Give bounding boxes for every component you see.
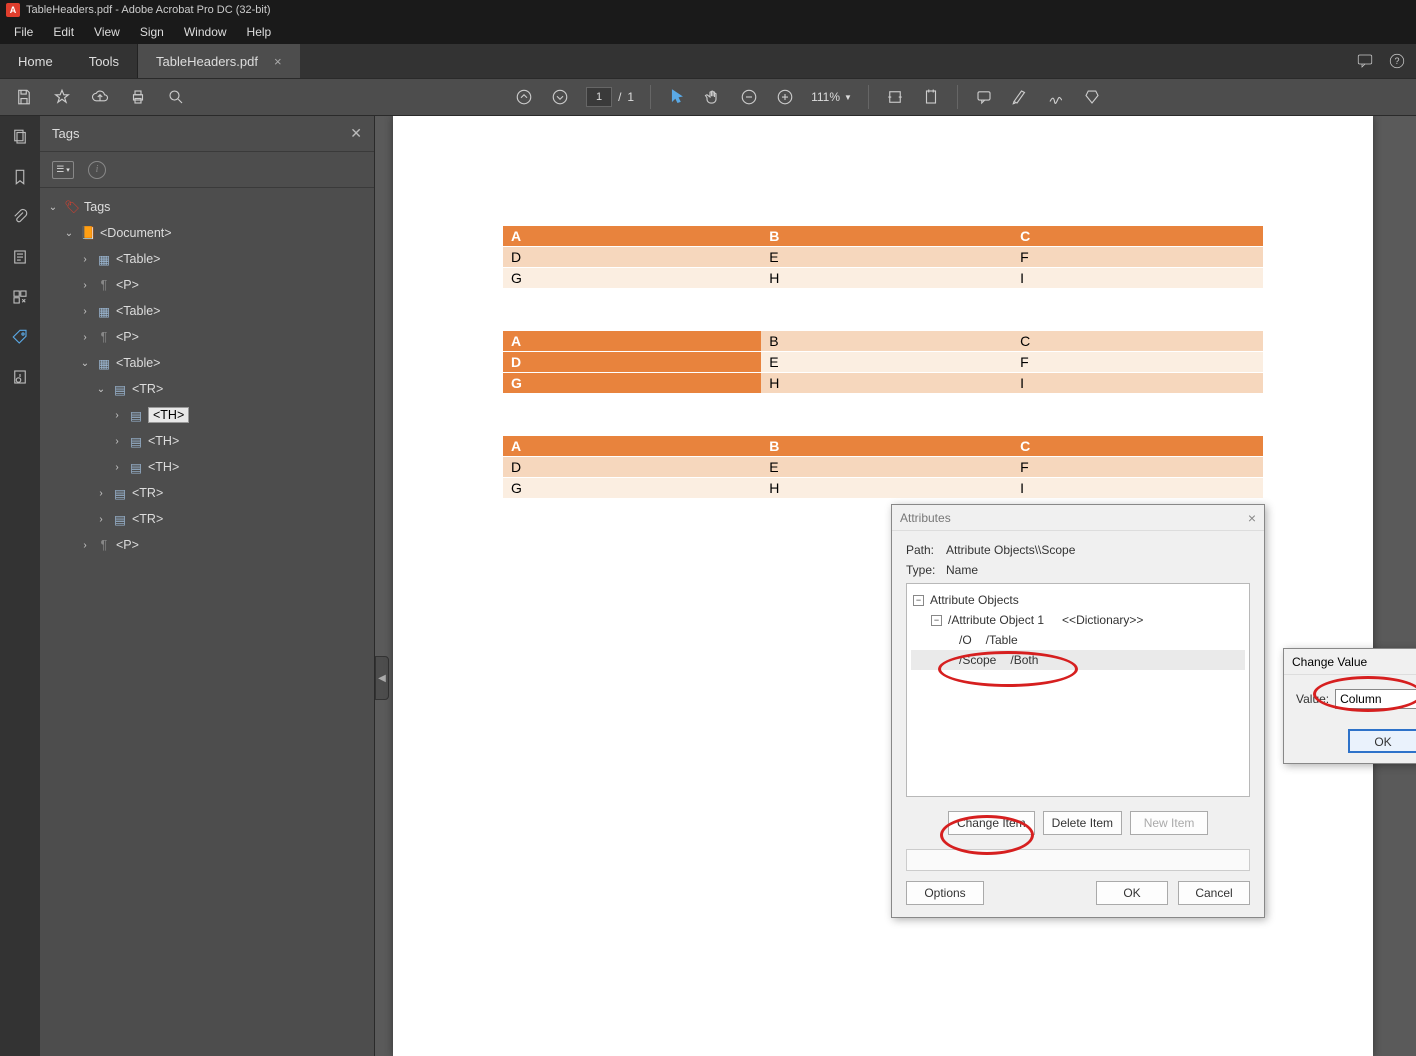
attr-tree: −Attribute Objects −/Attribute Object 1<… [906,583,1250,797]
left-rail [0,116,40,1056]
document-view: ◀ ABC DEF GHI ABC DEF GHI ABC DEF [375,116,1416,1056]
tags-options-button[interactable]: ☰▾ [52,161,74,179]
tree-table-3[interactable]: ⌄▦ <Table> [40,350,374,376]
comment-icon[interactable] [974,87,994,107]
tree-tr-3[interactable]: ›▤ <TR> [40,506,374,532]
tree-p-1[interactable]: ›¶ <P> [40,272,374,298]
tree-document[interactable]: ⌄📙 <Document> [40,220,374,246]
rail-attachments-icon[interactable] [9,206,31,228]
menu-window[interactable]: Window [174,25,237,39]
hand-icon[interactable] [703,87,723,107]
fit-page-icon[interactable] [921,87,941,107]
tags-tree: ⌄🏷 Tags ⌄📙 <Document> ›▦ <Table> ›¶ <P> … [40,188,374,564]
change-value-dialog: Change Value × Value: OK Cancel [1283,648,1416,764]
change-item-button[interactable]: Change Item [948,811,1035,835]
menu-help[interactable]: Help [237,25,282,39]
menu-sign[interactable]: Sign [130,25,174,39]
menu-view[interactable]: View [84,25,130,39]
star-icon[interactable] [52,87,72,107]
attr-status-bar [906,849,1250,871]
change-value-label: Value: [1296,692,1329,706]
new-item-button: New Item [1130,811,1208,835]
document-tabbar: Home Tools TableHeaders.pdf × ? [0,44,1416,78]
delete-item-button[interactable]: Delete Item [1043,811,1122,835]
tree-p-2[interactable]: ›¶ <P> [40,324,374,350]
tree-th-1[interactable]: ›▤ <TH> [40,402,374,428]
comments-icon[interactable] [1356,52,1374,70]
page-total: 1 [627,90,634,104]
rail-thumbnails-icon[interactable] [9,126,31,148]
tab-file[interactable]: TableHeaders.pdf × [137,44,300,78]
menu-edit[interactable]: Edit [43,25,84,39]
tags-panel-close-icon[interactable]: ✕ [350,125,362,142]
page-current-input[interactable] [586,87,612,107]
print-icon[interactable] [128,87,148,107]
attributes-dialog: Attributes × Path: Attribute Objects\\Sco… [891,504,1265,918]
panel-collapse-handle[interactable]: ◀ [375,656,389,700]
attributes-dialog-close-icon[interactable]: × [1248,510,1256,526]
rail-tags-icon[interactable] [9,326,31,348]
tab-file-label: TableHeaders.pdf [156,54,258,69]
rail-accessibility-icon[interactable] [9,366,31,388]
attributes-dialog-title: Attributes [900,511,951,525]
cloud-upload-icon[interactable] [90,87,110,107]
tree-table-1[interactable]: ›▦ <Table> [40,246,374,272]
attr-path-label: Path: [906,543,938,557]
tags-panel-title: Tags [52,126,79,141]
sample-table-3: ABC DEF GHI [503,436,1263,499]
rail-bookmarks-icon[interactable] [9,166,31,188]
svg-text:?: ? [1394,56,1399,66]
zoom-out-icon[interactable] [739,87,759,107]
search-icon[interactable] [166,87,186,107]
tab-home[interactable]: Home [0,44,71,78]
fit-width-icon[interactable] [885,87,905,107]
tree-table-2[interactable]: ›▦ <Table> [40,298,374,324]
menubar: File Edit View Sign Window Help [0,20,1416,44]
attr-path-value: Attribute Objects\\Scope [946,543,1075,557]
attr-object-1[interactable]: −/Attribute Object 1<<Dictionary>> [911,610,1245,630]
window-title: TableHeaders.pdf - Adobe Acrobat Pro DC … [26,4,271,16]
pointer-icon[interactable] [667,87,687,107]
options-button[interactable]: Options [906,881,984,905]
menu-file[interactable]: File [4,25,43,39]
page-sep: / [618,90,621,104]
attr-ok-button[interactable]: OK [1096,881,1168,905]
tree-tr-2[interactable]: ›▤ <TR> [40,480,374,506]
help-icon[interactable]: ? [1388,52,1406,70]
tree-p-3[interactable]: ›¶ <P> [40,532,374,558]
sign-icon[interactable] [1046,87,1066,107]
zoom-value[interactable]: 111%▼ [811,90,852,104]
tree-th-2[interactable]: ›▤ <TH> [40,428,374,454]
change-value-input[interactable] [1335,689,1416,709]
tree-root-tags[interactable]: ⌄🏷 Tags [40,194,374,220]
save-icon[interactable] [14,87,34,107]
rail-content-icon[interactable] [9,246,31,268]
change-value-title: Change Value [1292,655,1367,669]
rail-order-icon[interactable] [9,286,31,308]
attr-o[interactable]: /O/Table [911,630,1245,650]
window-titlebar: A TableHeaders.pdf - Adobe Acrobat Pro D… [0,0,1416,20]
attr-root[interactable]: −Attribute Objects [911,590,1245,610]
attr-type-label: Type: [906,563,938,577]
page-up-icon[interactable] [514,87,534,107]
attr-type-value: Name [946,563,978,577]
attr-cancel-button[interactable]: Cancel [1178,881,1250,905]
page-counter: / 1 [586,87,634,107]
highlight-icon[interactable] [1010,87,1030,107]
app-icon: A [6,3,20,17]
change-value-ok-button[interactable]: OK [1348,729,1416,753]
page-down-icon[interactable] [550,87,570,107]
tab-tools[interactable]: Tools [71,44,137,78]
attr-scope[interactable]: /Scope/Both [911,650,1245,670]
more-tools-icon[interactable] [1082,87,1102,107]
sample-table-1: ABC DEF GHI [503,226,1263,289]
tags-panel: Tags ✕ ☰▾ i ⌄🏷 Tags ⌄📙 <Document> ›▦ <Ta… [40,116,375,1056]
sample-table-2: ABC DEF GHI [503,331,1263,394]
tab-close-icon[interactable]: × [274,54,282,69]
main-toolbar: / 1 111%▼ [0,78,1416,116]
zoom-in-icon[interactable] [775,87,795,107]
tags-info-icon[interactable]: i [88,161,106,179]
tree-tr-1[interactable]: ⌄▤ <TR> [40,376,374,402]
tree-th-3[interactable]: ›▤ <TH> [40,454,374,480]
